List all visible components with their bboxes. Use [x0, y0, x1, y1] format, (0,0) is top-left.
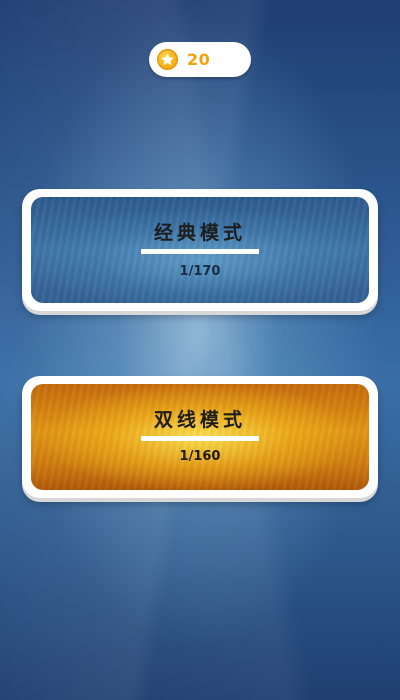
- double-line-mode-progress: 1/160: [179, 449, 221, 464]
- double-line-mode-title: 双线模式: [153, 409, 246, 431]
- coin-counter: 20: [149, 42, 251, 77]
- background-streaks: [0, 0, 400, 700]
- classic-mode-panel: 经典模式 1/170: [31, 197, 369, 303]
- classic-mode-button[interactable]: 经典模式 1/170: [22, 189, 378, 311]
- double-line-mode-button[interactable]: 双线模式 1/160: [22, 376, 378, 498]
- classic-mode-divider: [141, 249, 259, 254]
- star-coin-icon: [157, 49, 178, 70]
- classic-mode-progress: 1/170: [179, 264, 221, 279]
- double-line-mode-panel: 双线模式 1/160: [31, 384, 369, 490]
- coin-count: 20: [187, 50, 211, 69]
- classic-mode-title: 经典模式: [153, 222, 246, 244]
- double-line-mode-divider: [141, 436, 259, 441]
